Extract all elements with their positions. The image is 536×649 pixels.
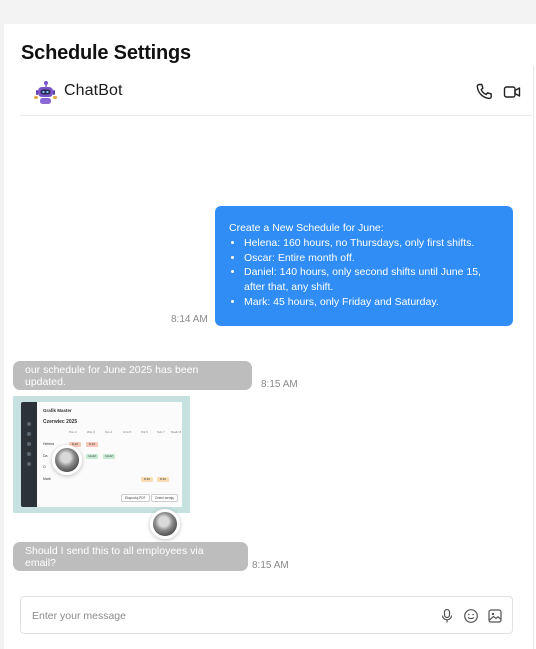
panel-border [533, 66, 534, 649]
list-item: Oscar: Entire month off. [244, 251, 503, 266]
message-timestamp: 8:15 AM [252, 560, 289, 571]
list-item: Mark: 45 hours, only Friday and Saturday… [244, 295, 503, 310]
incoming-message-text: Should I send this to all employees via … [25, 544, 204, 569]
outgoing-message-bubble: Create a New Schedule for June: Helena: … [215, 206, 513, 326]
image-shift-tag: 14-22 [103, 454, 115, 459]
image-row-label: Da [43, 454, 48, 458]
image-shift-tag: 8-16 [157, 477, 169, 482]
image-app-sidebar [21, 402, 37, 507]
phone-icon[interactable] [474, 82, 494, 102]
header-divider [20, 115, 532, 116]
image-app-title: Grafik Master [43, 408, 72, 413]
incoming-message-bubble: our schedule for June 2025 has been upda… [13, 361, 252, 390]
image-day-label: Czw 5 [123, 430, 132, 434]
image-row-label: O [43, 465, 46, 469]
image-month-label: Czerwiec 2025 [43, 419, 78, 425]
image-shift-tag: 8-16 [86, 442, 98, 447]
message-timestamp: 8:14 AM [171, 314, 208, 325]
image-row-label: Helena [43, 442, 55, 446]
image-icon[interactable] [487, 608, 503, 624]
sender-avatar [150, 509, 180, 539]
image-export-button: Eksportuj PDF [121, 494, 150, 502]
bot-name: ChatBot [64, 82, 123, 99]
microphone-icon[interactable] [439, 608, 455, 624]
message-timestamp: 8:15 AM [261, 379, 298, 390]
list-item: Daniel: 140 hours, only second shifts un… [244, 265, 503, 295]
outgoing-message-intro: Create a New Schedule for June: [229, 222, 384, 234]
user-avatar [52, 445, 82, 475]
image-row-label: Mark [43, 477, 51, 481]
schedule-image-attachment[interactable]: Grafik Master Czerwiec 2025 Pon 2 Wto 3 … [13, 396, 190, 513]
image-day-label: Niedz 8 [171, 430, 182, 434]
message-input[interactable] [30, 606, 414, 626]
video-icon[interactable] [502, 82, 522, 102]
image-day-label: Pon 2 [69, 430, 77, 434]
outgoing-message-list: Helena: 160 hours, no Thursdays, only fi… [229, 236, 503, 310]
list-item: Helena: 160 hours, no Thursdays, only fi… [244, 236, 503, 251]
image-version-button: Zmień wersję [151, 494, 178, 502]
incoming-message-text: our schedule for June 2025 has been upda… [25, 363, 199, 388]
image-shift-tag: 14-22 [86, 454, 98, 459]
image-day-label: Ptk 6 [141, 430, 148, 434]
message-composer [20, 596, 513, 634]
image-shift-tag: 8-16 [141, 477, 153, 482]
emoji-icon[interactable] [463, 608, 479, 624]
chat-panel: Schedule Settings ChatBot Create a New S… [4, 24, 536, 649]
chat-header: ChatBot [20, 76, 532, 116]
page-title: Schedule Settings [21, 42, 191, 64]
image-day-label: Wto 3 [87, 430, 95, 434]
robot-avatar-icon [34, 81, 57, 104]
image-day-label: Śro 4 [105, 430, 113, 434]
image-day-label: Sob 7 [157, 430, 165, 434]
incoming-message-bubble: Should I send this to all employees via … [13, 542, 248, 571]
